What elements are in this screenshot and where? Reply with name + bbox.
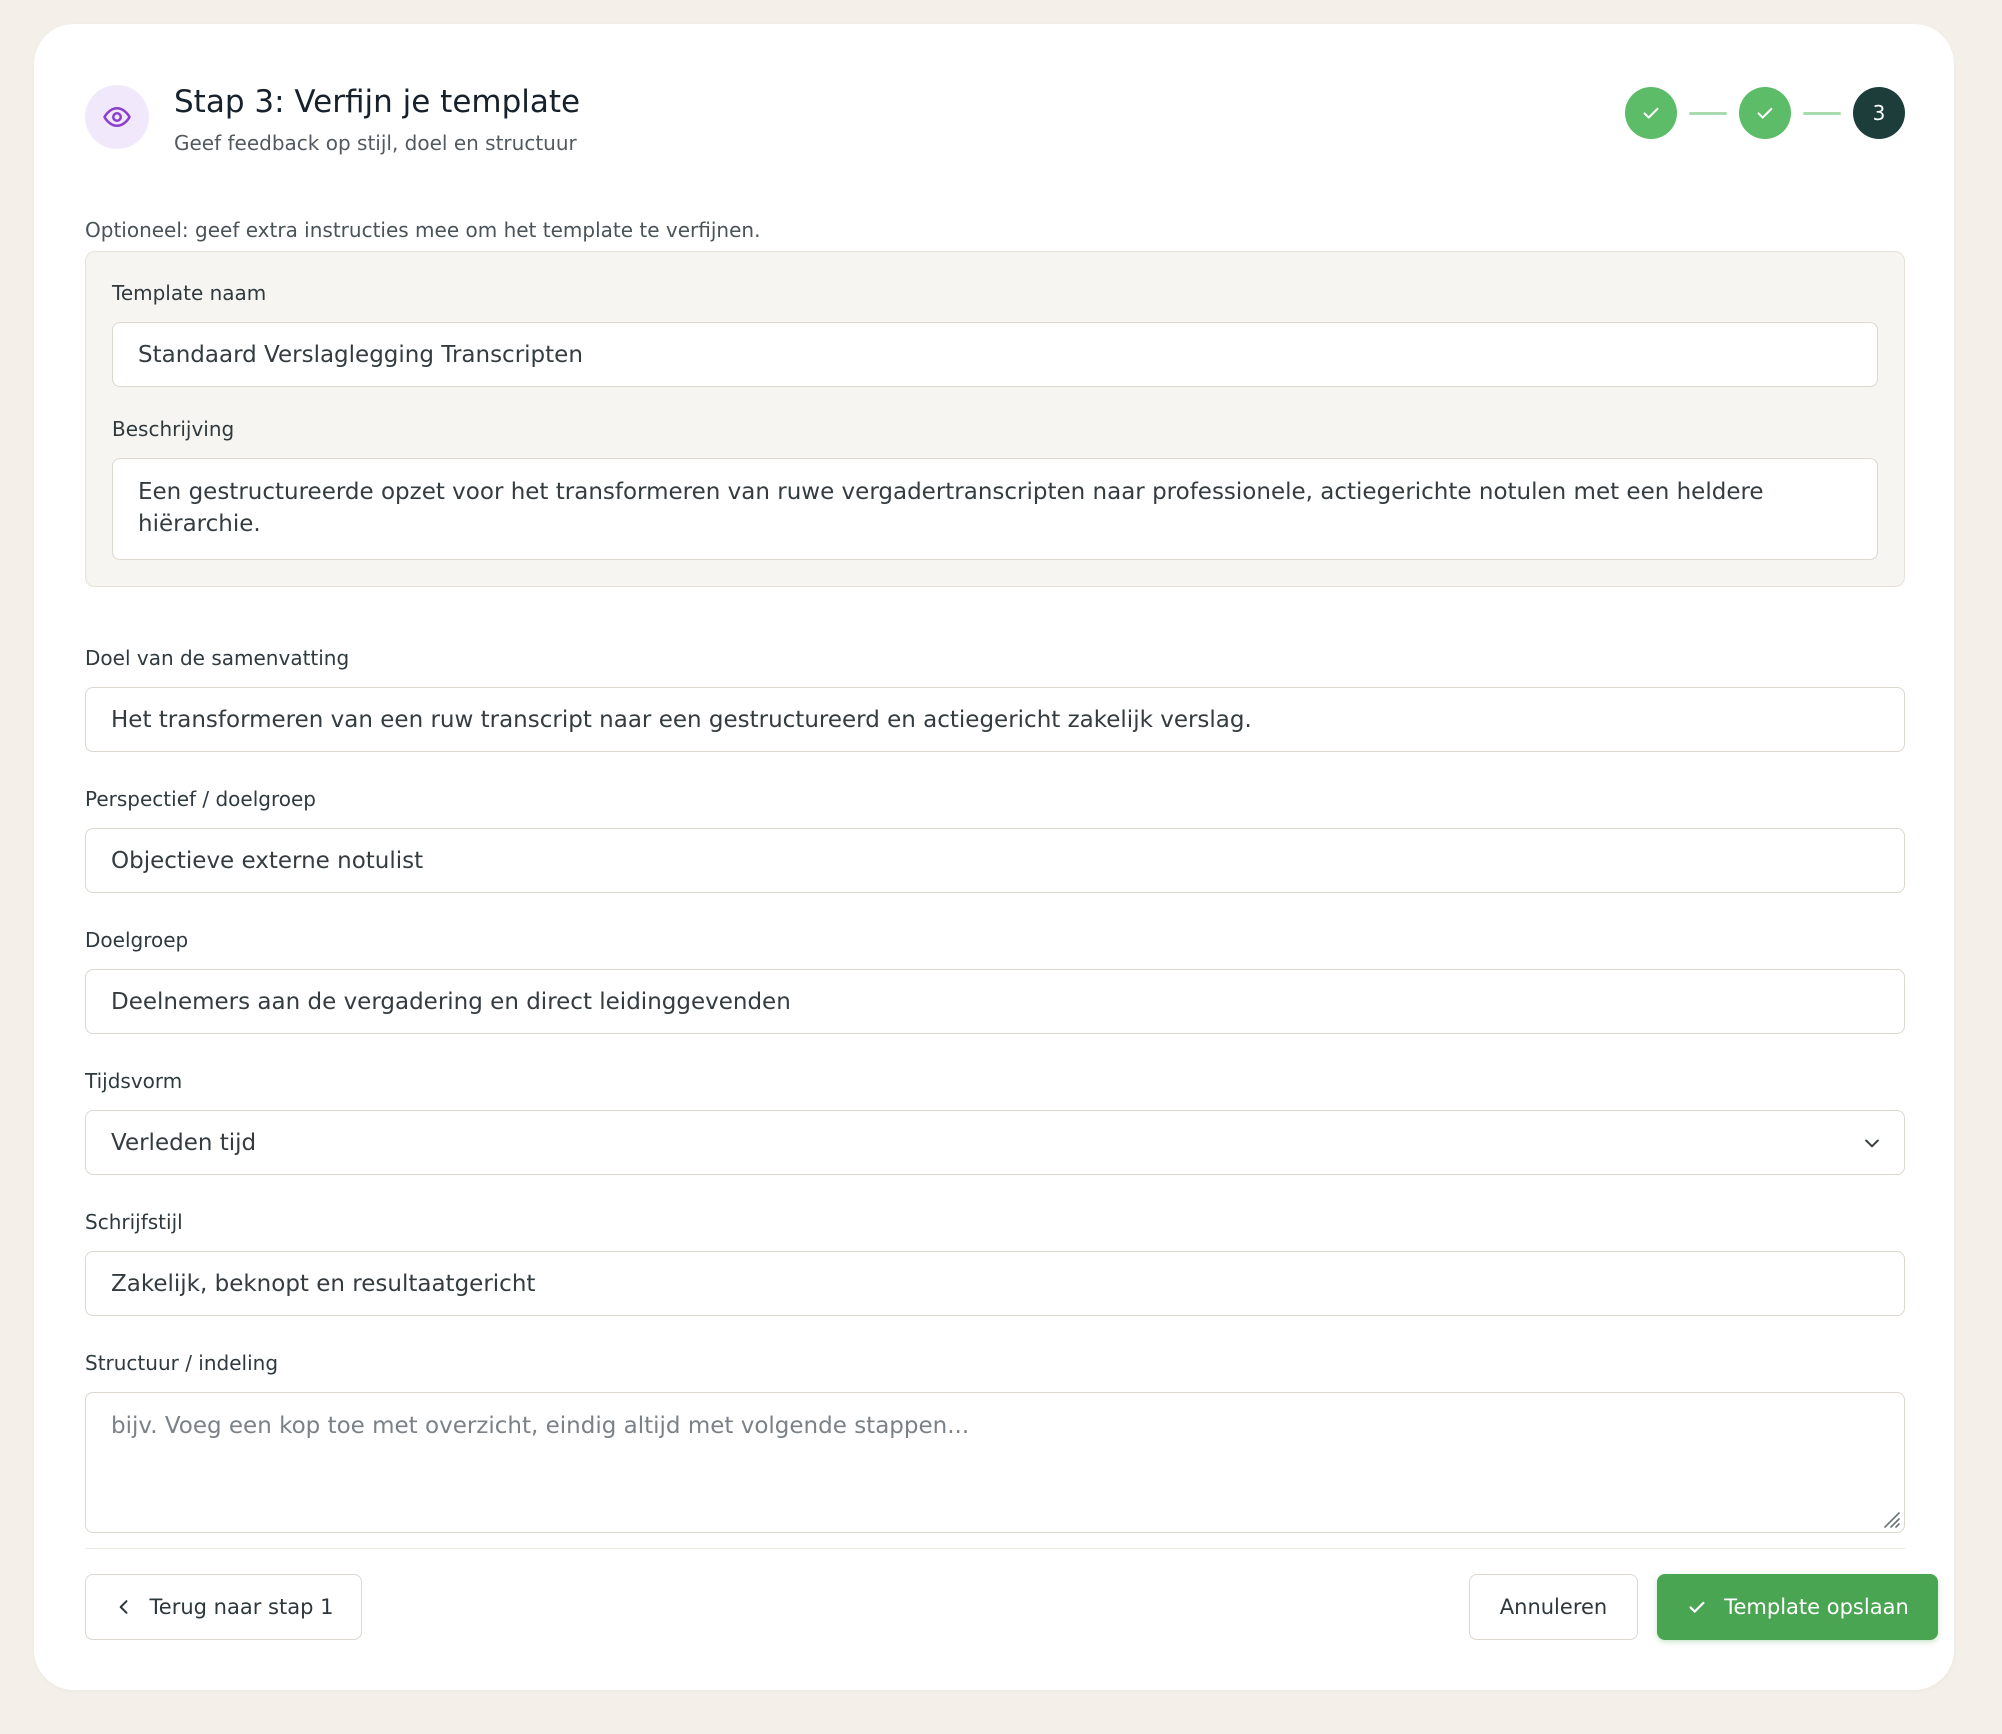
- cancel-button[interactable]: Annuleren: [1469, 1574, 1638, 1640]
- goal-input[interactable]: Het transformeren van een ruw transcript…: [85, 687, 1905, 752]
- tense-selected-value: Verleden tijd: [111, 1129, 257, 1156]
- tense-select[interactable]: Verleden tijd: [85, 1110, 1905, 1175]
- description-textarea[interactable]: Een gestructureerde opzet voor het trans…: [112, 458, 1878, 560]
- check-icon: [1643, 107, 1659, 119]
- step-2-complete: [1739, 87, 1791, 139]
- structure-placeholder: bijv. Voeg een kop toe met overzicht, ei…: [111, 1413, 970, 1439]
- back-button-label: Terug naar stap 1: [149, 1595, 334, 1619]
- save-template-button[interactable]: Template opslaan: [1657, 1574, 1938, 1640]
- eye-icon: [85, 85, 149, 149]
- page-subtitle: Geef feedback op stijl, doel en structuu…: [174, 131, 577, 155]
- save-button-label: Template opslaan: [1724, 1595, 1909, 1619]
- template-name-input[interactable]: Standaard Verslaglegging Transcripten: [112, 322, 1878, 387]
- check-icon: [1686, 1596, 1708, 1618]
- perspective-input[interactable]: Objectieve externe notulist: [85, 828, 1905, 893]
- step-1-complete: [1625, 87, 1677, 139]
- perspective-label: Perspectief / doelgroep: [85, 787, 316, 811]
- step-3-current: 3: [1853, 87, 1905, 139]
- footer-divider: [85, 1548, 1905, 1549]
- stepper: 3: [1625, 87, 1905, 139]
- wizard-header: Stap 3: Verfijn je template Geef feedbac…: [85, 81, 1905, 171]
- cancel-button-label: Annuleren: [1499, 1595, 1608, 1619]
- optional-hint: Optioneel: geef extra instructies mee om…: [85, 218, 761, 242]
- structure-textarea[interactable]: bijv. Voeg een kop toe met overzicht, ei…: [85, 1392, 1905, 1533]
- structure-label: Structuur / indeling: [85, 1351, 279, 1375]
- audience-label: Doelgroep: [85, 928, 189, 952]
- step-connector: [1803, 112, 1841, 115]
- page-title: Stap 3: Verfijn je template: [174, 84, 581, 120]
- tense-label: Tijdsvorm: [85, 1069, 183, 1093]
- resize-grip-icon[interactable]: [1879, 1507, 1901, 1529]
- style-label: Schrijfstijl: [85, 1210, 183, 1234]
- style-input[interactable]: Zakelijk, beknopt en resultaatgericht: [85, 1251, 1905, 1316]
- chevron-down-icon: [1865, 1139, 1879, 1147]
- step-connector: [1689, 112, 1727, 115]
- back-button[interactable]: Terug naar stap 1: [85, 1574, 362, 1640]
- check-icon: [1757, 107, 1773, 119]
- audience-input[interactable]: Deelnemers aan de vergadering en direct …: [85, 969, 1905, 1034]
- goal-label: Doel van de samenvatting: [85, 646, 350, 670]
- template-wizard-card: Stap 3: Verfijn je template Geef feedbac…: [34, 24, 1954, 1690]
- template-meta-panel: Template naam Standaard Verslaglegging T…: [85, 251, 1905, 587]
- chevron-left-icon: [114, 1597, 134, 1617]
- template-name-label: Template naam: [112, 281, 267, 305]
- description-label: Beschrijving: [112, 417, 235, 441]
